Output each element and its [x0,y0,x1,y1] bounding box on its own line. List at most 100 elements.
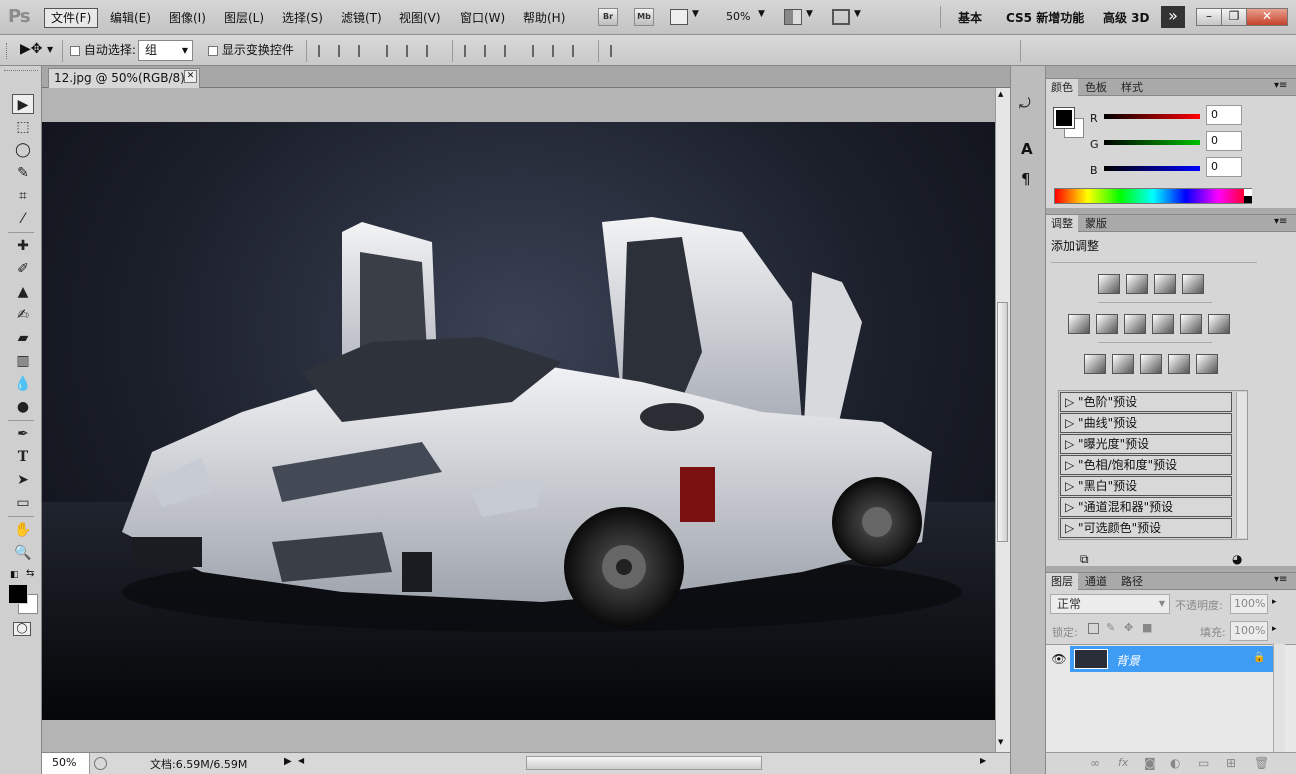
workspace-overflow-button[interactable]: » [1161,6,1185,28]
align-right-icon[interactable] [426,45,440,57]
default-colors-icon[interactable]: ◧ [10,570,19,580]
move-tool-icon[interactable]: ▶✥ [20,41,43,57]
menu-file[interactable]: 文件(F) [44,8,99,28]
trash-icon[interactable]: 🗑 [1254,756,1269,770]
arrange-documents-icon[interactable] [784,9,802,25]
clip-to-layer-icon[interactable]: ⧉ [1080,552,1089,567]
panel-menu-icon[interactable]: ▾≡ [1274,216,1287,227]
tab-paths[interactable]: 路径 [1116,573,1148,590]
threshold-icon[interactable] [1140,354,1162,374]
menu-edit[interactable]: 编辑(E) [104,8,157,28]
tab-styles[interactable]: 样式 [1116,79,1148,96]
tab-color[interactable]: 颜色 [1046,79,1078,96]
workspace-3d[interactable]: 高级 3D [1103,9,1150,26]
preset-hue-saturation[interactable]: ▷ "色相/饱和度"预设 [1060,455,1232,475]
lock-pixels-icon[interactable]: ✎ [1106,621,1115,634]
auto-align-icon[interactable] [610,45,624,57]
new-adjustment-icon[interactable]: ◐ [1170,756,1180,770]
vertical-scroll-thumb[interactable] [997,302,1008,542]
preset-black-white[interactable]: ▷ "黑白"预设 [1060,476,1232,496]
view-extras-icon[interactable] [670,9,688,25]
marquee-tool-icon[interactable]: ⬚ [12,117,34,137]
pen-tool-icon[interactable]: ✒ [12,424,34,444]
distribute-hcenter-icon[interactable] [552,45,566,57]
zoom-tool-icon[interactable]: 🔍 [12,543,34,563]
dodge-tool-icon[interactable]: ● [12,397,34,417]
type-tool-icon[interactable]: T [12,447,34,467]
photo-filter-icon[interactable] [1180,314,1202,334]
layer-row-background[interactable]: 背景 🔒 [1070,646,1273,672]
clone-stamp-tool-icon[interactable]: ▲ [12,282,34,302]
link-layers-icon[interactable]: ∞ [1090,756,1100,770]
color-spectrum-bar[interactable] [1054,188,1252,204]
posterize-icon[interactable] [1112,354,1134,374]
black-white-icon[interactable] [1152,314,1174,334]
hand-tool-icon[interactable]: ✋ [12,520,34,540]
eraser-tool-icon[interactable]: ▰ [12,328,34,348]
scroll-left-icon[interactable]: ◀ [298,756,304,765]
move-tool-icon[interactable]: ▶ [12,94,34,114]
green-slider[interactable] [1104,140,1200,145]
close-tab-icon[interactable]: ✕ [184,70,197,83]
blue-slider[interactable] [1104,166,1200,171]
preset-exposure[interactable]: ▷ "曝光度"预设 [1060,434,1232,454]
lock-position-icon[interactable]: ✥ [1124,621,1133,634]
status-info-icon[interactable] [94,757,107,770]
scroll-right-icon[interactable]: ▶ [980,756,986,765]
zoom-level[interactable]: 50% [726,10,750,23]
vibrance-icon[interactable] [1068,314,1090,334]
align-top-icon[interactable] [318,45,332,57]
red-slider[interactable] [1104,114,1200,119]
foreground-color-swatch[interactable] [8,584,28,604]
preset-selective-color[interactable]: ▷ "可选颜色"预设 [1060,518,1232,538]
green-value[interactable]: 0 [1206,131,1242,151]
auto-select-checkbox[interactable] [70,45,80,56]
fill-field[interactable]: 100% [1230,621,1268,641]
status-menu-arrow-icon[interactable]: ▶ [284,756,292,767]
shape-tool-icon[interactable]: ▭ [12,493,34,513]
color-fg-swatch[interactable] [1053,107,1075,129]
lasso-tool-icon[interactable]: ◯ [12,140,34,160]
history-panel-icon[interactable]: ⤾ [1019,96,1031,112]
panel-menu-icon[interactable]: ▾≡ [1274,574,1287,585]
chevron-down-icon[interactable]: ▼ [758,9,765,19]
horizontal-scroll-thumb[interactable] [526,756,762,770]
selective-color-icon[interactable] [1196,354,1218,374]
mini-bridge-button[interactable]: Mb [634,8,654,26]
tab-masks[interactable]: 蒙版 [1080,215,1112,232]
brightness-contrast-icon[interactable] [1098,274,1120,294]
align-left-icon[interactable] [386,45,400,57]
new-group-icon[interactable]: ▭ [1198,756,1209,770]
bridge-button[interactable]: Br [598,8,618,26]
quick-mask-icon[interactable]: ◯ [13,622,31,636]
eye-icon[interactable]: 👁 [1048,646,1070,672]
workspace-cs5-new[interactable]: CS5 新增功能 [1006,9,1084,26]
gradient-map-icon[interactable] [1168,354,1190,374]
fx-icon[interactable]: fx [1118,756,1128,769]
lock-all-icon[interactable]: ■ [1142,621,1152,634]
opacity-arrow-icon[interactable]: ▸ [1272,597,1277,607]
character-panel-icon[interactable]: A [1021,140,1033,158]
tab-channels[interactable]: 通道 [1080,573,1112,590]
exposure-icon[interactable] [1182,274,1204,294]
scroll-down-icon[interactable]: ▼ [998,738,1003,746]
blue-value[interactable]: 0 [1206,157,1242,177]
hue-saturation-icon[interactable] [1096,314,1118,334]
distribute-vcenter-icon[interactable] [484,45,498,57]
maximize-button[interactable]: ❐ [1221,8,1247,26]
menu-select[interactable]: 选择(S) [276,8,329,28]
swap-colors-icon[interactable]: ⇆ [26,568,34,579]
red-value[interactable]: 0 [1206,105,1242,125]
distribute-left-icon[interactable] [532,45,546,57]
add-mask-icon[interactable]: ◙ [1144,756,1156,770]
lock-transparency-icon[interactable] [1088,623,1099,634]
minimize-button[interactable]: – [1196,8,1222,26]
panel-menu-icon[interactable]: ▾≡ [1274,80,1287,91]
path-select-tool-icon[interactable]: ➤ [12,470,34,490]
chevron-down-icon[interactable]: ▼ [854,9,861,19]
menu-image[interactable]: 图像(I) [163,8,212,28]
preset-levels[interactable]: ▷ "色阶"预设 [1060,392,1232,412]
canvas-area[interactable] [42,88,995,752]
tab-adjustments[interactable]: 调整 [1046,215,1078,232]
workspace-essentials[interactable]: 基本 [958,9,982,26]
